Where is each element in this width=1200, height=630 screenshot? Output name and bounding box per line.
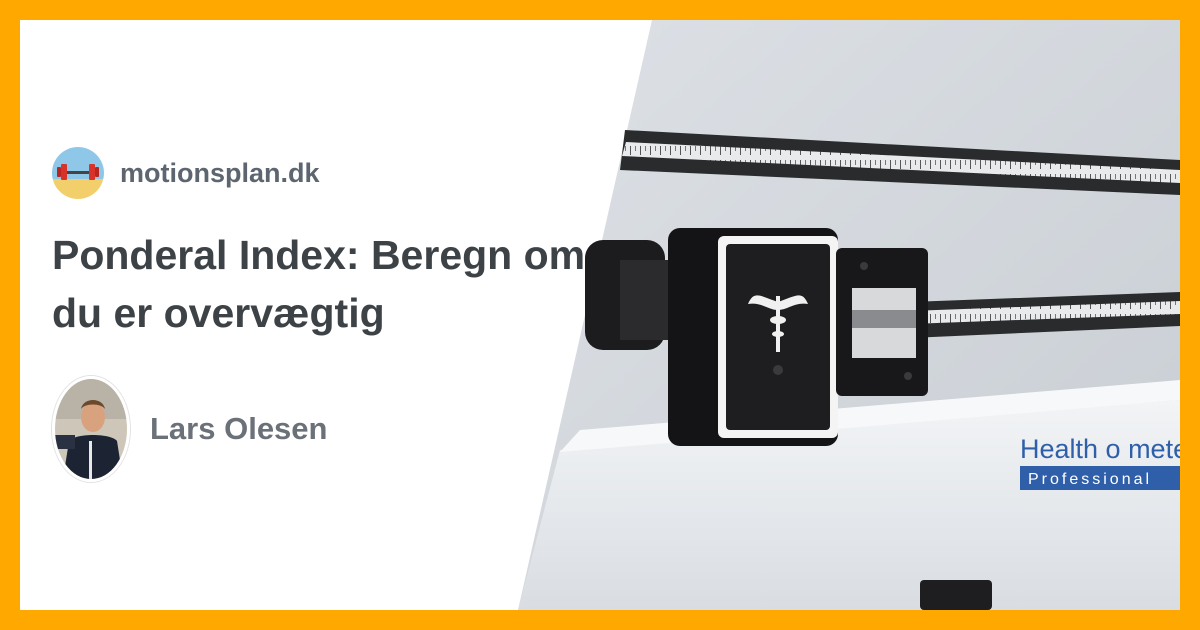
scale-brand-sub: Professional bbox=[1028, 471, 1152, 488]
share-card: Health o meter Professional motionsplan.… bbox=[20, 20, 1180, 610]
site-name: motionsplan.dk bbox=[120, 157, 320, 188]
site-brand[interactable]: motionsplan.dk bbox=[52, 147, 320, 199]
barbell-beach-icon bbox=[52, 147, 104, 199]
author-portrait-icon bbox=[52, 376, 130, 482]
article-title: Ponderal Index: Beregn om du er overvægt… bbox=[52, 232, 586, 336]
scale-brand: Health o meter bbox=[1020, 434, 1180, 464]
share-card-frame: Health o meter Professional motionsplan.… bbox=[0, 0, 1200, 630]
author-byline[interactable]: Lars Olesen bbox=[52, 376, 327, 482]
author-name: Lars Olesen bbox=[150, 411, 328, 446]
